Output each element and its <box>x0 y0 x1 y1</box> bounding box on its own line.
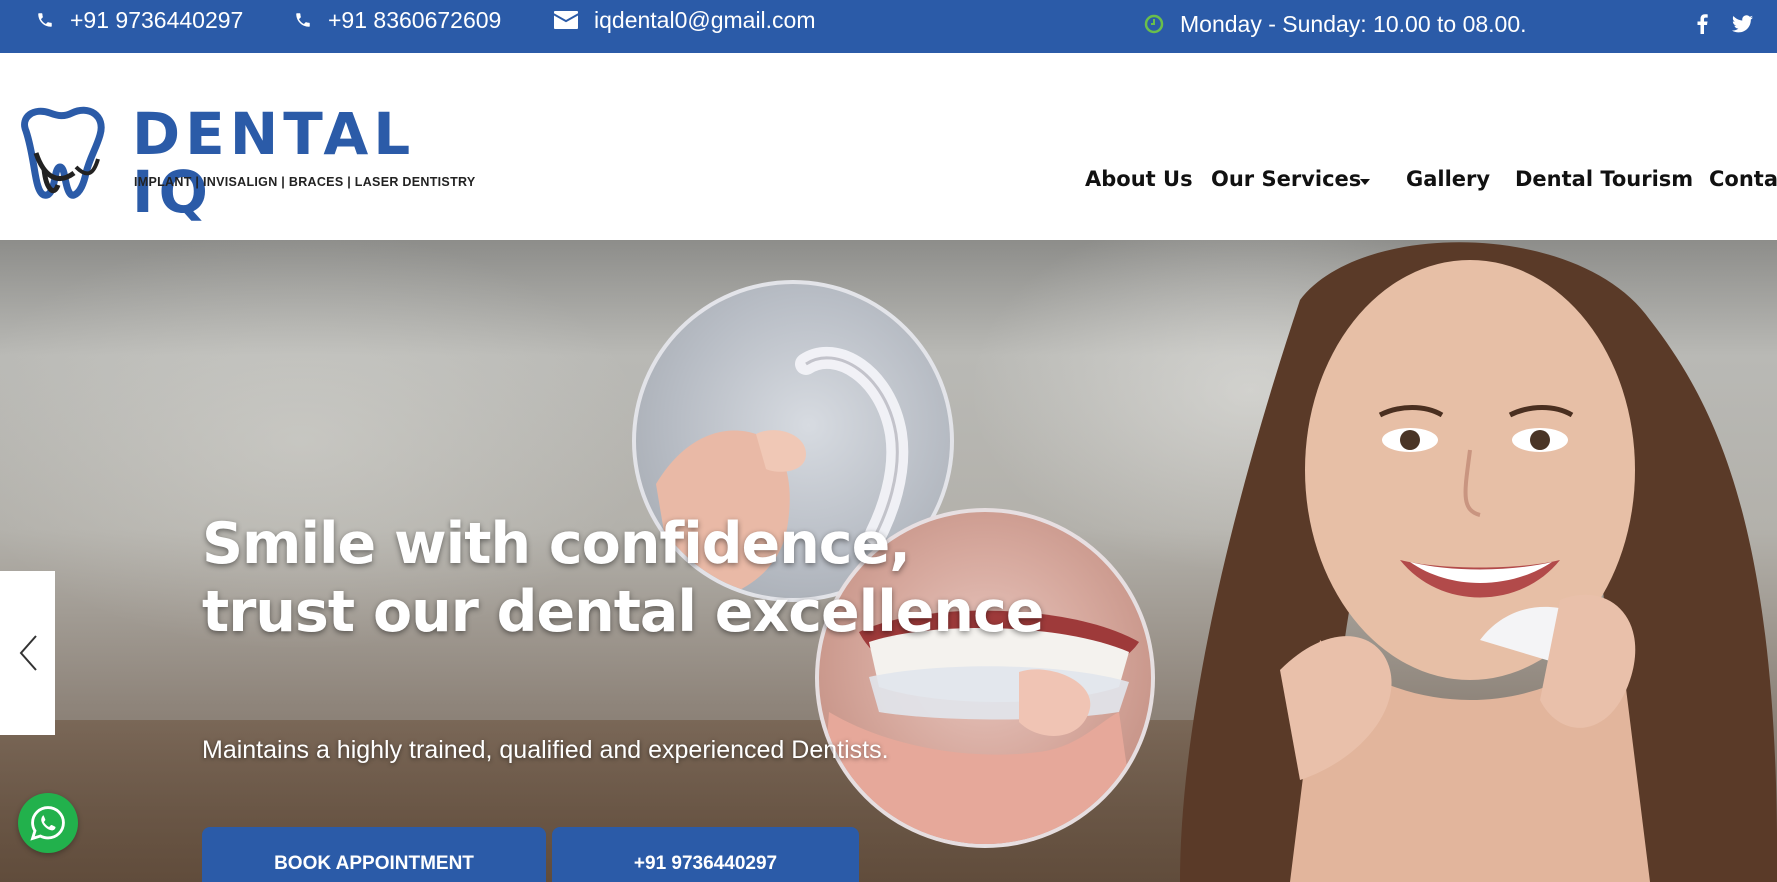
facebook-link[interactable] <box>1690 10 1714 38</box>
nav-our-services[interactable]: Our Services <box>1211 167 1361 191</box>
nav-gallery[interactable]: Gallery <box>1406 167 1490 191</box>
email-address: iqdental0@gmail.com <box>594 6 816 33</box>
logo-tagline: IMPLANT | INVISALIGN | BRACES | LASER DE… <box>134 175 476 189</box>
twitter-icon <box>1731 15 1753 33</box>
nav-dental-tourism[interactable]: Dental Tourism <box>1515 167 1693 191</box>
whatsapp-chat-button[interactable] <box>18 793 78 853</box>
phone-link-1[interactable]: +91 9736440297 <box>36 0 243 40</box>
call-button[interactable]: +91 9736440297 <box>552 827 859 882</box>
book-appointment-button[interactable]: BOOK APPOINTMENT <box>202 827 546 882</box>
hero-title-line-1: Smile with confidence, <box>202 511 911 577</box>
site-header: DENTAL IQ IMPLANT | INVISALIGN | BRACES … <box>0 53 1777 240</box>
clock-icon <box>1144 14 1164 34</box>
envelope-icon <box>554 11 578 29</box>
whatsapp-icon <box>30 806 65 841</box>
tooth-logo-icon <box>21 106 105 199</box>
phone-icon <box>296 13 310 27</box>
nav-contact[interactable]: Contact <box>1709 167 1777 191</box>
phone-number-1: +91 9736440297 <box>70 6 244 33</box>
facebook-icon <box>1697 14 1708 34</box>
hours-text: Monday - Sunday: 10.00 to 08.00. <box>1180 10 1527 37</box>
hero-slider: Smile with confidence, trust our dental … <box>0 240 1777 882</box>
slider-prev-button[interactable] <box>0 571 55 735</box>
phone-icon <box>38 13 52 27</box>
phone-link-2[interactable]: +91 8360672609 <box>294 0 501 40</box>
hero-subtitle: Maintains a highly trained, qualified an… <box>202 736 889 764</box>
caret-down-icon[interactable] <box>1360 179 1370 185</box>
twitter-link[interactable] <box>1730 10 1754 38</box>
hero-title-line-2: trust our dental excellence <box>202 579 1044 645</box>
top-contact-bar: +91 9736440297 +91 8360672609 iqdental0@… <box>0 0 1777 53</box>
chevron-left-icon <box>19 635 37 671</box>
phone-number-2: +91 8360672609 <box>328 6 502 33</box>
email-link[interactable]: iqdental0@gmail.com <box>554 0 816 40</box>
nav-about-us[interactable]: About Us <box>1085 167 1193 191</box>
woman-illustration <box>1180 242 1777 882</box>
logo-title: DENTAL IQ <box>132 100 416 226</box>
hero-title: Smile with confidence, trust our dental … <box>202 510 1044 646</box>
site-logo[interactable]: DENTAL IQ IMPLANT | INVISALIGN | BRACES … <box>14 103 476 221</box>
smiling-woman-image <box>1180 240 1777 882</box>
opening-hours: Monday - Sunday: 10.00 to 08.00. <box>1144 4 1527 44</box>
